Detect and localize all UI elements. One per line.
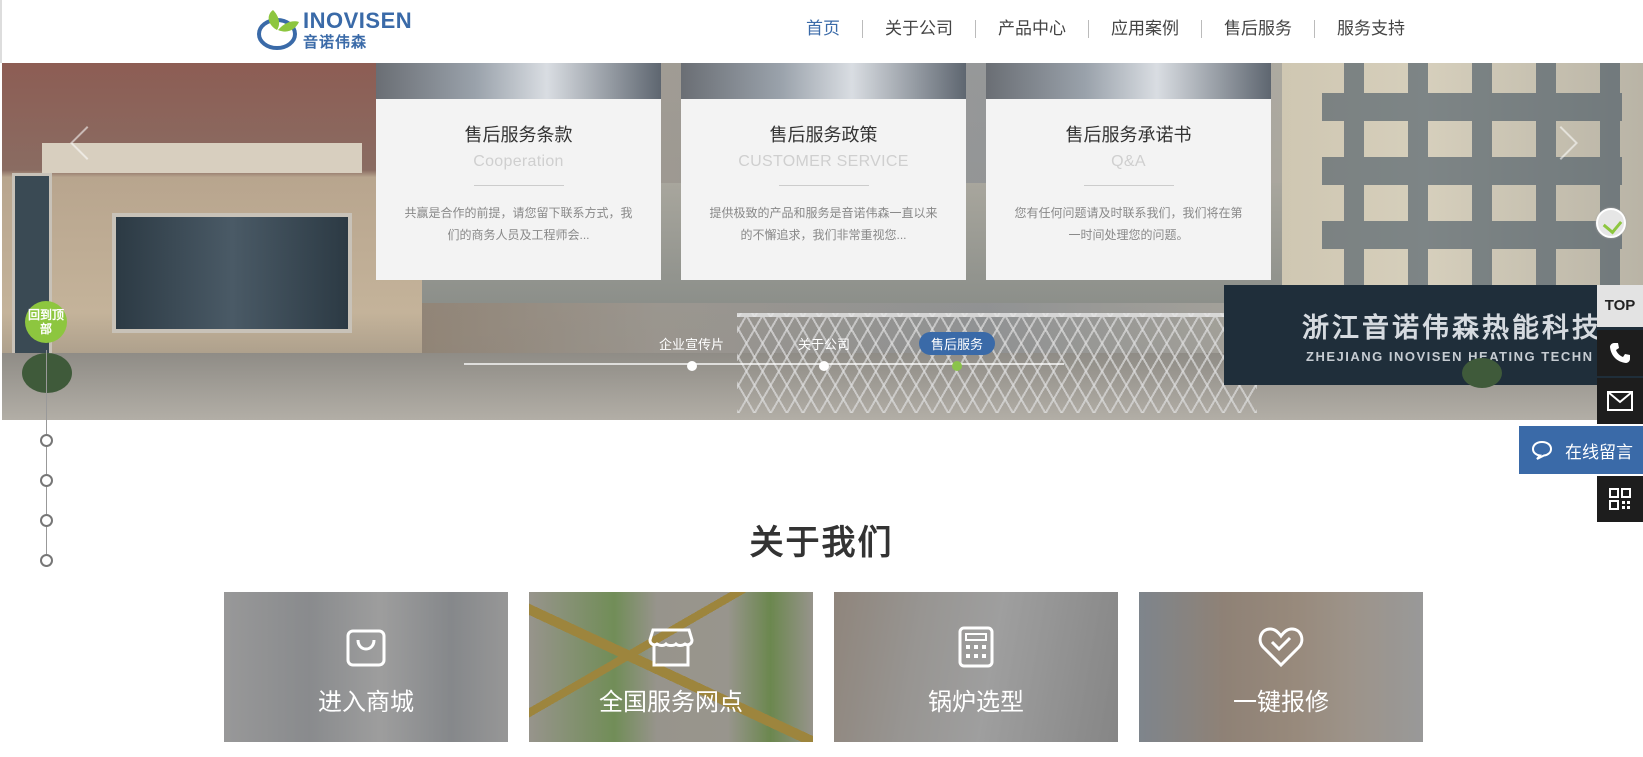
shop-icon xyxy=(648,626,694,673)
tile-enter-mall[interactable]: 进入商城 xyxy=(224,592,508,742)
nav-cases[interactable]: 应用案例 xyxy=(1089,20,1202,38)
hero-banner: 浙江音诺伟森热能科技 ZHEJIANG INOVISEN HEATING TEC… xyxy=(2,63,1643,420)
service-card-commitment[interactable]: 售后服务承诺书 Q&A 您有任何问题请及时联系我们，我们将在第一时间处理您的问题… xyxy=(986,63,1271,280)
banner-tree xyxy=(22,353,72,393)
banner-pillar xyxy=(12,173,52,373)
card-description: 共赢是合作的前提，请您留下联系方式，我们的商务人员及工程师会... xyxy=(404,206,633,242)
tile-boiler-selection[interactable]: 锅炉选型 xyxy=(834,592,1118,742)
banner-sign-cn: 浙江音诺伟森热能科技 xyxy=(1302,313,1602,343)
card-divider xyxy=(1083,185,1174,186)
timeline-item-service[interactable]: 售后服务 xyxy=(919,332,996,371)
banner-sign-en: ZHEJIANG INOVISEN HEATING TECHN xyxy=(1306,349,1594,364)
card-subtitle: Q&A xyxy=(1111,153,1146,170)
chat-bubble-icon xyxy=(1531,440,1553,460)
float-top-button[interactable]: TOP xyxy=(1597,285,1643,327)
phone-icon xyxy=(1610,343,1630,363)
float-logo-icon[interactable] xyxy=(1596,208,1626,238)
main-nav: 首页 关于公司 产品中心 应用案例 售后服务 服务支持 xyxy=(784,20,1405,38)
nav-support[interactable]: 服务支持 xyxy=(1315,20,1405,38)
heart-icon xyxy=(1258,626,1304,673)
qrcode-icon xyxy=(1609,488,1631,510)
nav-home[interactable]: 首页 xyxy=(784,20,863,38)
card-title: 售后服务政策 xyxy=(769,125,878,145)
logo[interactable]: INOVISEN 音诺伟森 xyxy=(255,8,412,52)
timeline-dot xyxy=(819,361,829,371)
tile-label: 一键报修 xyxy=(1233,689,1329,716)
tile-service-network[interactable]: 全国服务网点 xyxy=(529,592,813,742)
online-message-button[interactable]: 在线留言 xyxy=(1519,426,1643,474)
timeline-label: 企业宣传片 xyxy=(659,337,725,352)
timeline-dot xyxy=(686,361,697,371)
float-phone-button[interactable] xyxy=(1597,330,1643,376)
card-divider xyxy=(473,185,564,186)
timeline-item-about[interactable]: 关于公司 xyxy=(786,332,862,371)
banner-tree xyxy=(1462,358,1502,388)
card-title: 售后服务承诺书 xyxy=(1065,125,1192,145)
side-nav-dot[interactable] xyxy=(40,474,53,487)
timeline-label: 售后服务 xyxy=(919,332,996,355)
mail-icon xyxy=(1607,391,1633,411)
tile-label: 全国服务网点 xyxy=(599,689,743,716)
timeline-label: 关于公司 xyxy=(798,337,851,352)
card-image xyxy=(681,63,966,99)
side-nav-dot[interactable] xyxy=(40,434,53,447)
online-message-label: 在线留言 xyxy=(1565,442,1633,462)
logo-text-cn: 音诺伟森 xyxy=(303,34,368,51)
timeline-dot xyxy=(952,361,962,371)
card-description: 提供极致的产品和服务是音诺伟森一直以来的不懈追求，我们非常重视您... xyxy=(709,206,938,242)
back-to-top-button[interactable]: 回到顶部 xyxy=(25,301,67,343)
card-divider xyxy=(778,185,869,186)
banner-glass-facade xyxy=(112,213,352,333)
about-section-title: 关于我们 xyxy=(749,524,894,562)
card-description: 您有任何问题请及时联系我们，我们将在第一时间处理您的问题。 xyxy=(1014,206,1243,242)
tile-one-click-repair[interactable]: 一键报修 xyxy=(1139,592,1423,742)
float-email-button[interactable] xyxy=(1597,378,1643,424)
timeline-item-video[interactable]: 企业宣传片 xyxy=(647,332,736,371)
card-title: 售后服务条款 xyxy=(464,125,573,145)
card-subtitle: CUSTOMER SERVICE xyxy=(738,153,909,170)
nav-about-company[interactable]: 关于公司 xyxy=(863,20,976,38)
nav-products[interactable]: 产品中心 xyxy=(976,20,1089,38)
site-header: INOVISEN 音诺伟森 首页 关于公司 产品中心 应用案例 售后服务 服务支… xyxy=(0,0,1643,63)
service-card-policy[interactable]: 售后服务政策 CUSTOMER SERVICE 提供极致的产品和服务是音诺伟森一… xyxy=(681,63,966,280)
bag-icon xyxy=(345,626,387,673)
tile-label: 锅炉选型 xyxy=(928,689,1024,716)
card-subtitle: Cooperation xyxy=(473,153,564,170)
banner-windows xyxy=(1322,63,1622,313)
logo-text-en: INOVISEN xyxy=(303,8,413,33)
card-image xyxy=(376,63,661,99)
logo-leaf-icon xyxy=(257,10,299,50)
tile-label: 进入商城 xyxy=(318,689,414,716)
calculator-icon xyxy=(957,626,995,673)
service-card-terms[interactable]: 售后服务条款 Cooperation 共赢是合作的前提，请您留下联系方式，我们的… xyxy=(376,63,661,280)
nav-after-sales[interactable]: 售后服务 xyxy=(1202,20,1315,38)
card-image xyxy=(986,63,1271,99)
